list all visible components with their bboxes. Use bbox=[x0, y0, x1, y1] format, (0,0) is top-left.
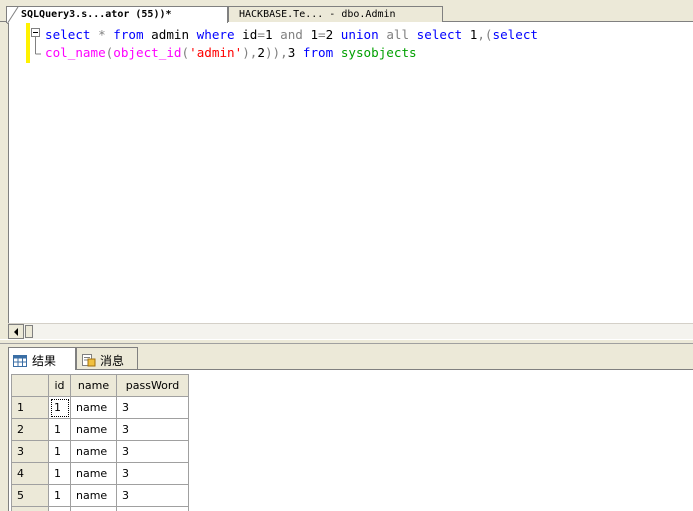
row-header[interactable]: 1 bbox=[11, 396, 49, 419]
table-row[interactable]: 1 1 name 3 bbox=[11, 396, 189, 419]
fn-object-id: object_id bbox=[113, 45, 182, 60]
collapse-outline-icon[interactable] bbox=[31, 28, 41, 58]
sysobjects-table: sysobjects bbox=[340, 45, 417, 60]
tab-label: 消息 bbox=[100, 353, 125, 368]
ident: id bbox=[234, 27, 258, 42]
grid-header-row: id name passWord bbox=[11, 374, 189, 397]
kw-all: all bbox=[386, 27, 410, 42]
cell-name[interactable]: name bbox=[70, 462, 117, 485]
op: )), bbox=[264, 45, 288, 60]
row-header[interactable]: 3 bbox=[11, 440, 49, 463]
num: 1 bbox=[462, 27, 478, 42]
table-row[interactable]: 2 1 name 3 bbox=[11, 418, 189, 441]
cell-password[interactable]: 3 bbox=[116, 506, 189, 511]
cell-password[interactable]: 3 bbox=[116, 418, 189, 441]
tab-edge-icon bbox=[7, 7, 19, 24]
tab-hackbase-admin[interactable]: HACKBASE.Te... - dbo.Admin bbox=[228, 6, 443, 22]
op: ( bbox=[181, 45, 190, 60]
kw-from: from bbox=[113, 27, 144, 42]
tab-label: SQLQuery3.s...ator (55))* bbox=[21, 9, 172, 20]
num: 2 bbox=[325, 27, 341, 42]
cell-password[interactable]: 3 bbox=[116, 440, 189, 463]
document-tab-strip: SQLQuery3.s...ator (55))* HACKBASE.Te...… bbox=[0, 0, 693, 24]
cell-id[interactable]: 1 bbox=[48, 462, 71, 485]
op: = bbox=[257, 27, 265, 42]
cell-password[interactable]: 3 bbox=[116, 396, 189, 419]
results-grid: id name passWord 1 1 name 3 2 1 name 3 3… bbox=[11, 374, 189, 511]
kw-and: and bbox=[280, 27, 303, 42]
kw-select: select bbox=[45, 27, 91, 42]
table-row[interactable]: 6 1 name 3 bbox=[11, 506, 189, 511]
scroll-left-button[interactable] bbox=[8, 324, 24, 339]
op: * bbox=[90, 27, 114, 42]
kw-union: union bbox=[340, 27, 379, 42]
tab-results[interactable]: 结果 bbox=[8, 347, 76, 370]
column-header-password[interactable]: passWord bbox=[116, 374, 189, 397]
num: 2 bbox=[257, 45, 265, 60]
cell-name[interactable]: name bbox=[70, 440, 117, 463]
kw-select: select bbox=[492, 27, 539, 42]
code-line-1: select * from admin where id=1 and 1=2 u… bbox=[45, 26, 538, 44]
cell-name[interactable]: name bbox=[70, 484, 117, 507]
ident: admin bbox=[143, 27, 197, 42]
pane-splitter[interactable] bbox=[0, 339, 693, 344]
table-row[interactable]: 3 1 name 3 bbox=[11, 440, 189, 463]
tab-label: 结果 bbox=[32, 354, 57, 368]
results-grid-pane[interactable]: id name passWord 1 1 name 3 2 1 name 3 3… bbox=[8, 369, 693, 511]
code-line-2: col_name(object_id('admin'),2)),3 from s… bbox=[45, 44, 538, 62]
num: 1 bbox=[302, 27, 319, 42]
string-literal: 'admin' bbox=[189, 45, 243, 60]
changed-lines-marker bbox=[26, 22, 30, 63]
tab-messages[interactable]: 消息 bbox=[76, 347, 138, 369]
row-header[interactable]: 5 bbox=[11, 484, 49, 507]
row-header[interactable]: 2 bbox=[11, 418, 49, 441]
cell-id[interactable]: 1 bbox=[48, 396, 71, 419]
op: ,( bbox=[477, 27, 493, 42]
row-header[interactable]: 4 bbox=[11, 462, 49, 485]
cell-password[interactable]: 3 bbox=[116, 484, 189, 507]
arrow-left-icon bbox=[14, 327, 18, 336]
grid-corner[interactable] bbox=[11, 374, 49, 397]
column-header-id[interactable]: id bbox=[48, 374, 71, 397]
cell-id[interactable]: 1 bbox=[48, 484, 71, 507]
num: 3 bbox=[287, 45, 303, 60]
cell-id[interactable]: 1 bbox=[48, 418, 71, 441]
cell-name[interactable]: name bbox=[70, 396, 117, 419]
cell-password[interactable]: 3 bbox=[116, 462, 189, 485]
scroll-thumb[interactable] bbox=[25, 325, 33, 338]
sql-code: select * from admin where id=1 and 1=2 u… bbox=[45, 26, 538, 62]
tab-label: HACKBASE.Te... - dbo.Admin bbox=[239, 9, 396, 20]
column-header-name[interactable]: name bbox=[70, 374, 117, 397]
kw-from: from bbox=[302, 45, 334, 60]
grid-icon bbox=[13, 354, 27, 367]
table-row[interactable]: 4 1 name 3 bbox=[11, 462, 189, 485]
kw-where: where bbox=[196, 27, 235, 42]
cell-id[interactable]: 1 bbox=[48, 440, 71, 463]
editor-horizontal-scrollbar[interactable] bbox=[8, 323, 693, 339]
op: ), bbox=[242, 45, 258, 60]
row-header[interactable]: 6 bbox=[11, 506, 49, 511]
messages-icon bbox=[82, 354, 96, 367]
cell-id[interactable]: 1 bbox=[48, 506, 71, 511]
tab-sqlquery3[interactable]: SQLQuery3.s...ator (55))* bbox=[6, 6, 228, 24]
cell-name[interactable]: name bbox=[70, 506, 117, 511]
op: = bbox=[318, 27, 326, 42]
num: 1 bbox=[264, 27, 281, 42]
query-editor[interactable]: select * from admin where id=1 and 1=2 u… bbox=[8, 22, 693, 323]
kw-select: select bbox=[416, 27, 463, 42]
cell-name[interactable]: name bbox=[70, 418, 117, 441]
table-row[interactable]: 5 1 name 3 bbox=[11, 484, 189, 507]
fn-col-name: col_name bbox=[45, 45, 106, 60]
